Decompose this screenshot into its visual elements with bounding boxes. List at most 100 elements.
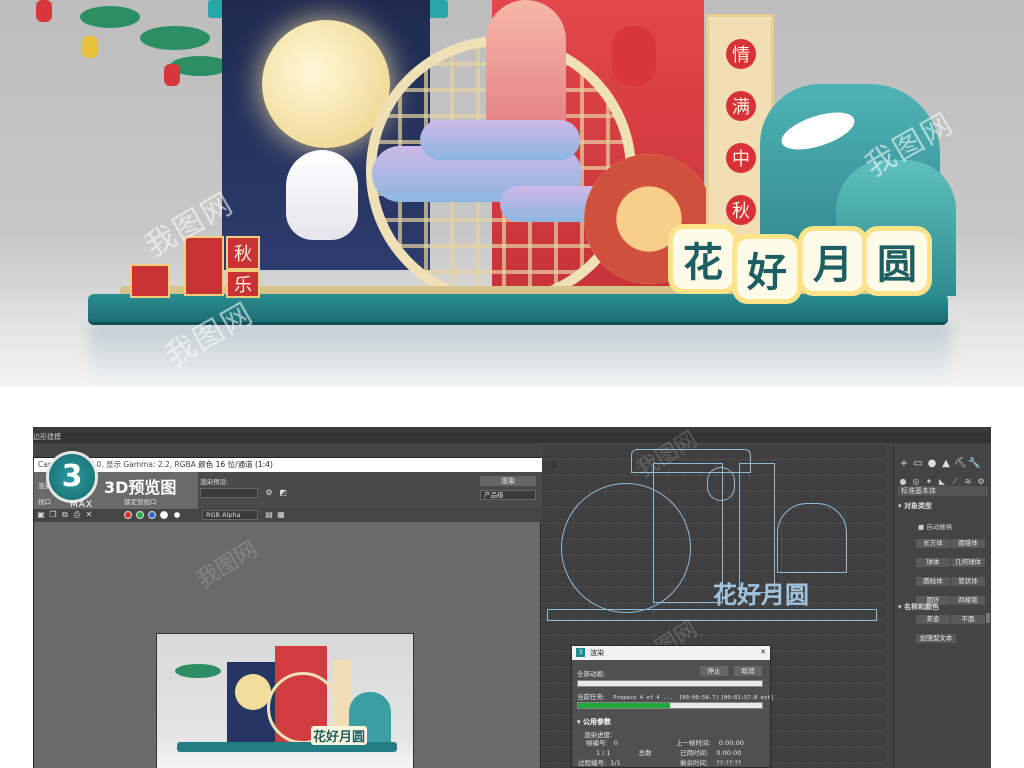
- elapsed-row: 已用时间: 0:00:00: [680, 747, 741, 757]
- rendering-dialog-titlebar[interactable]: 3 渲染 ✕: [572, 646, 770, 660]
- counter-value: 1 / 1: [596, 749, 611, 757]
- save-icon[interactable]: ▣: [36, 510, 46, 520]
- rendering-dialog-title: 渲染: [590, 649, 604, 657]
- stop-button[interactable]: 停止: [700, 666, 728, 676]
- wire-lantern: [707, 467, 735, 501]
- lattice-char: 秋: [726, 195, 756, 225]
- object-type-buttons: 长方体 圆锥体球体 几何球体圆柱体 管状体圆环 四棱锥茶壶 平面加强型文本: [916, 530, 988, 644]
- render-setup-icon[interactable]: ◩: [278, 488, 288, 498]
- cloud: [420, 120, 580, 160]
- display-icon[interactable]: ▦: [276, 510, 286, 520]
- primitive-type-dropdown[interactable]: 标准基本体: [898, 486, 988, 496]
- cylinder-button[interactable]: 圆柱体: [916, 577, 950, 586]
- sphere-button[interactable]: 球体: [916, 558, 950, 567]
- copy-icon[interactable]: ❐: [48, 510, 58, 520]
- wire-mountain: [777, 503, 847, 573]
- 3dsmax-logo-icon: 3: [46, 451, 98, 503]
- preset-dropdown[interactable]: [200, 488, 258, 498]
- wire-char: 花: [713, 580, 737, 609]
- red-channel-toggle[interactable]: [124, 511, 132, 519]
- current-task-row: 当前任务: Prepass 4 of 4 ... [00:00:58.7] [0…: [577, 691, 774, 701]
- panel-scrollbar[interactable]: [986, 613, 990, 623]
- estimated-value: [00:01:57.8 est]: [720, 695, 774, 701]
- remaining-label: 剩余时间:: [680, 759, 709, 767]
- render-canvas[interactable]: 花好月圆: [34, 522, 540, 768]
- blue-channel-toggle[interactable]: [148, 511, 156, 519]
- wire-sign-text: 花好月圆: [713, 575, 809, 610]
- teapot-icon[interactable]: ⚙: [264, 488, 274, 498]
- name-color-rollout[interactable]: ▾ 名称和颜色: [898, 602, 939, 612]
- frame-row: 帧编号: 0: [586, 737, 618, 747]
- elapsed-label: 已用时间:: [680, 749, 709, 757]
- overall-progress-label: 全部动画:: [577, 670, 606, 678]
- current-task-value: Prepass 4 of 4 ...: [613, 695, 673, 701]
- render-button[interactable]: 渲染: [480, 476, 536, 486]
- mini-sign-char: 花: [313, 730, 327, 745]
- mini-moon: [235, 674, 271, 710]
- lantern-icon: [164, 64, 180, 86]
- task-progress-bar: [577, 702, 763, 709]
- sign-tile: 花: [668, 224, 738, 294]
- mini-sign-char: 圆: [352, 730, 366, 745]
- pass-row: 过程编号: 1/1: [578, 757, 621, 767]
- total-label: 总数: [638, 749, 652, 757]
- lattice-char: 情: [726, 39, 756, 69]
- lattice-char: 中: [726, 143, 756, 173]
- frame-value: 0: [613, 739, 618, 747]
- last-frame-value: 0:00:00: [718, 739, 744, 747]
- red-lantern: [612, 26, 656, 86]
- box-button[interactable]: 长方体: [916, 539, 950, 548]
- render-scene-image: 情 满 中 秋 秋 乐 花 好 月 圆 我图网 我图网 我图网: [0, 0, 1024, 387]
- pass-label: 过程编号:: [578, 759, 607, 767]
- lantern-icon: [82, 36, 98, 58]
- close-icon[interactable]: ✕: [760, 648, 766, 656]
- pass-value: 1/1: [610, 759, 621, 767]
- overall-progress-bar: [577, 680, 763, 687]
- max-label: MAX: [70, 500, 94, 510]
- text-plus-button[interactable]: 加强型文本: [916, 634, 956, 643]
- last-frame-label: 上一帧时间:: [676, 739, 711, 747]
- task-progress-fill: [578, 703, 670, 708]
- print-icon[interactable]: ⎙: [72, 510, 82, 520]
- mono-toggle[interactable]: [174, 512, 180, 518]
- gift-box: 秋: [226, 236, 260, 270]
- counter-row: 1 / 1 总数: [596, 747, 652, 757]
- clear-icon[interactable]: ✕: [84, 510, 94, 520]
- wire-lattice-panel: [739, 463, 775, 593]
- mini-sign: 花好月圆: [311, 726, 368, 745]
- pyramid-button[interactable]: 四棱锥: [951, 596, 985, 605]
- badge-title: 3D预览图: [104, 478, 177, 497]
- render-frame-toolbar-2: ▣ ❐ ⧉ ⎙ ✕ RGB Alpha ▤ ▦: [34, 508, 542, 522]
- green-channel-toggle[interactable]: [136, 511, 144, 519]
- plane-button[interactable]: 平面: [951, 615, 985, 624]
- command-panel: + ▭ ● ▲ ⛏🔧 ● ◎ ✦ ◣ ⟋ ≋ ⚙ 标准基本体 ▾ 对象类型 ■ 自动栅格 长方体 圆锥…: [893, 443, 991, 768]
- lantern-icon: [36, 0, 52, 22]
- cancel-button[interactable]: 取消: [734, 666, 762, 676]
- channel-dropdown[interactable]: RGB Alpha: [202, 510, 258, 520]
- 3dsmax-small-icon: 3: [576, 648, 585, 657]
- clone-icon[interactable]: ⧉: [60, 510, 70, 520]
- geosphere-button[interactable]: 几何球体: [951, 558, 985, 567]
- color-swatch-icon[interactable]: ▤: [264, 510, 274, 520]
- common-params-rollout[interactable]: ▾ 公用参数: [577, 717, 611, 727]
- wire-base: [547, 609, 877, 621]
- wire-char: 好: [737, 580, 761, 609]
- lattice-char: 满: [726, 91, 756, 121]
- alpha-channel-toggle[interactable]: [160, 511, 168, 519]
- frame-label: 帧编号:: [586, 739, 608, 747]
- teapot-button[interactable]: 茶壶: [916, 615, 950, 624]
- remaining-row: 剩余时间: ??:??:??: [680, 757, 741, 767]
- last-frame-row: 上一帧时间: 0:00:00: [676, 737, 744, 747]
- cone-button[interactable]: 圆锥体: [951, 539, 985, 548]
- current-task-label: 当前任务:: [577, 693, 606, 701]
- object-type-rollout[interactable]: ▾ 对象类型: [898, 501, 932, 511]
- create-category-row: ● ◎ ✦ ◣ ⟋ ≋ ⚙: [898, 469, 990, 486]
- command-tabs: + ▭ ● ▲ ⛏🔧: [898, 451, 990, 469]
- elapsed-time-value: 0:00:00: [716, 749, 742, 757]
- sign-tile: 月: [798, 226, 868, 296]
- close-icon[interactable]: ✕: [542, 459, 566, 473]
- ribbon-label[interactable]: 边形建模: [33, 432, 61, 442]
- moon: [262, 20, 390, 148]
- render-mode-dropdown[interactable]: 产品级: [480, 490, 536, 500]
- tube-button[interactable]: 管状体: [951, 577, 985, 586]
